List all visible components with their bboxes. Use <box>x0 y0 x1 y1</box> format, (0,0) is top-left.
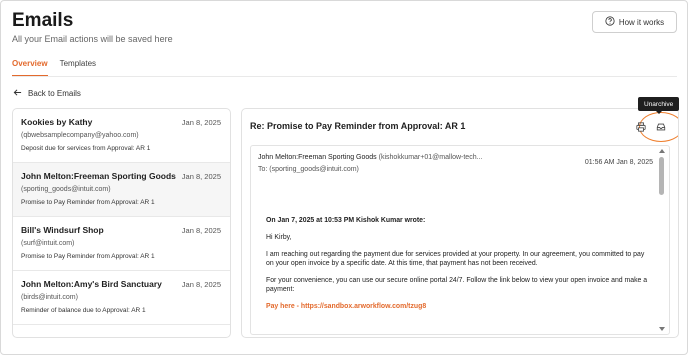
message-body: On Jan 7, 2025 at 10:53 PM Kishok Kumar … <box>266 216 651 319</box>
email-date: Jan 8, 2025 <box>181 226 221 235</box>
message-to: To: (sporting_goods@intuit.com) <box>258 166 359 173</box>
print-icon[interactable] <box>635 121 647 133</box>
scroll-thumb[interactable] <box>659 157 664 195</box>
email-list: Kookies by Kathy Jan 8, 2025 (qbwebsampl… <box>12 108 231 338</box>
tab-overview[interactable]: Overview <box>12 59 48 77</box>
email-subject: Promise to Pay Reminder from Approval: A… <box>21 253 155 260</box>
unarchive-tooltip: Unarchive <box>638 97 680 114</box>
body-paragraph: I am reaching out regarding the payment … <box>266 250 645 267</box>
arrow-left-icon <box>13 88 22 99</box>
scroll-up-icon[interactable] <box>659 149 665 153</box>
scroll-down-icon[interactable] <box>659 327 665 331</box>
email-list-item-selected[interactable]: John Melton:Freeman Sporting Goods Jan 8… <box>13 163 230 217</box>
email-sender-address: (sporting_goods@intuit.com) <box>21 186 111 193</box>
message-from: John Melton:Freeman Sporting Goods (kish… <box>258 154 482 161</box>
email-sender-address: (surf@intuit.com) <box>21 240 75 247</box>
email-detail-panel: Re: Promise to Pay Reminder from Approva… <box>241 108 679 338</box>
message-from-address: (kishokkumar+01@mallow-tech... <box>378 154 483 161</box>
greeting: Hi Kirby, <box>266 233 292 241</box>
detail-subject: Re: Promise to Pay Reminder from Approva… <box>250 121 466 131</box>
email-date: Jan 8, 2025 <box>181 172 221 181</box>
page-title: Emails <box>12 10 74 31</box>
message-time: 01:56 AM Jan 8, 2025 <box>584 159 653 166</box>
email-sender-address: (birds@intuit.com) <box>21 294 78 301</box>
how-it-works-button[interactable]: How it works <box>592 11 677 33</box>
tab-templates[interactable]: Templates <box>60 59 96 77</box>
back-label: Back to Emails <box>28 89 81 98</box>
email-list-item[interactable]: Bill's Windsurf Shop Jan 8, 2025 (surf@i… <box>13 217 230 271</box>
page-subtitle: All your Email actions will be saved her… <box>12 34 173 44</box>
email-subject: Promise to Pay Reminder from Approval: A… <box>21 199 155 206</box>
quote-header: On Jan 7, 2025 at 10:53 PM Kishok Kumar … <box>266 217 426 224</box>
email-subject: Reminder of balance due to Approval: AR … <box>21 307 146 314</box>
body-paragraph: For your convenience, you can use our se… <box>266 276 648 294</box>
tab-bar: Overview Templates <box>12 59 96 77</box>
back-to-emails-link[interactable]: Back to Emails <box>13 88 81 99</box>
help-circle-icon <box>605 16 615 28</box>
email-date: Jan 8, 2025 <box>181 118 221 127</box>
tabs-divider <box>12 76 677 77</box>
message-box: John Melton:Freeman Sporting Goods (kish… <box>250 145 670 335</box>
email-subject: Deposit due for services from Approval: … <box>21 145 151 152</box>
email-list-item[interactable]: John Melton:Amy's Bird Sanctuary Jan 8, … <box>13 271 230 325</box>
message-from-name: John Melton:Freeman Sporting Goods <box>258 154 377 161</box>
app-frame: Emails All your Email actions will be sa… <box>0 0 688 355</box>
email-date: Jan 8, 2025 <box>181 280 221 289</box>
email-sender-address: (qbwebsamplecompany@yahoo.com) <box>21 132 139 139</box>
message-scrollbar[interactable] <box>658 148 666 332</box>
how-it-works-label: How it works <box>618 17 665 27</box>
pay-link[interactable]: Pay here - https://sandbox.arworkflow.co… <box>266 302 651 311</box>
email-list-item[interactable]: Kookies by Kathy Jan 8, 2025 (qbwebsampl… <box>13 109 230 163</box>
unarchive-icon[interactable] <box>655 121 667 133</box>
